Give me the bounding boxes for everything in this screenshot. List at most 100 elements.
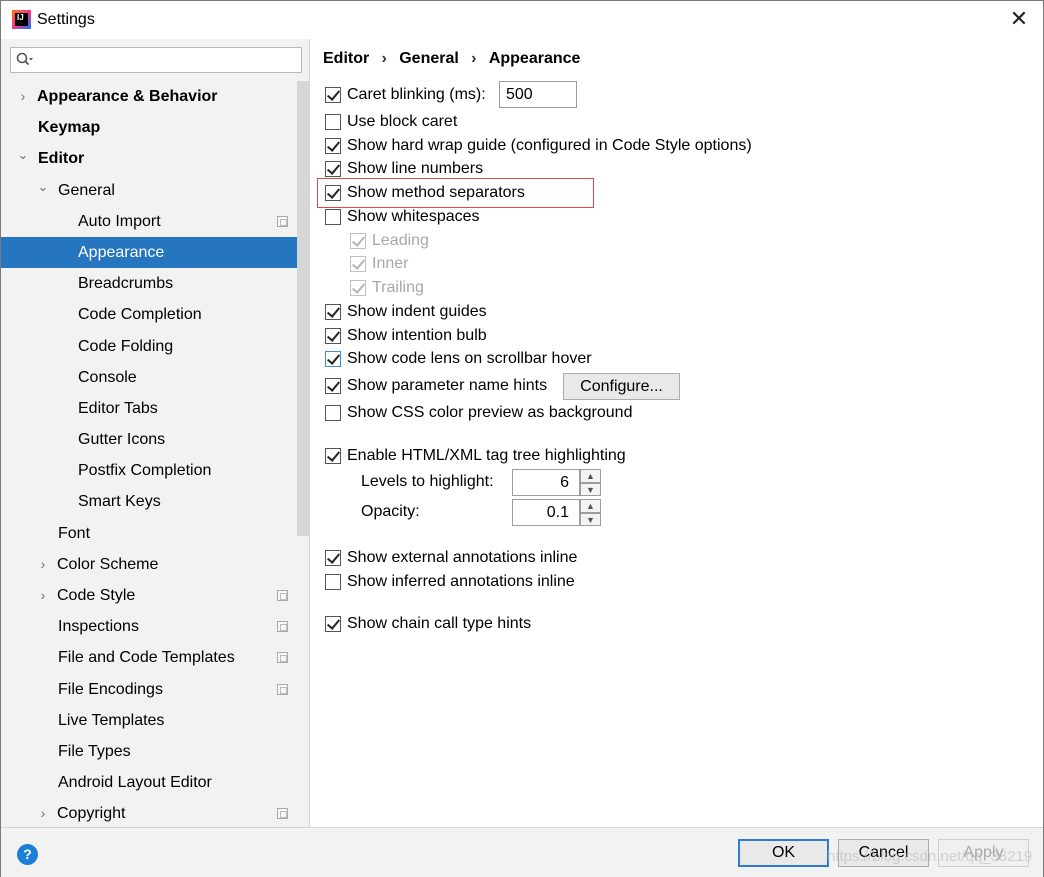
tree-item-label: Smart Keys: [78, 493, 161, 511]
param-hints-label: Show parameter name hints: [347, 377, 548, 394]
inner-checkbox[interactable]: [350, 256, 366, 272]
tree-item-label: Inspections: [58, 618, 139, 636]
tree-item-postfix-completion[interactable]: Postfix Completion: [1, 455, 297, 486]
tree-item-smart-keys[interactable]: Smart Keys: [1, 486, 297, 517]
intellij-app-icon: IJ: [12, 10, 31, 29]
tree-item-label: Appearance & Behavior: [37, 88, 218, 105]
levels-value[interactable]: 6: [512, 469, 580, 496]
close-icon[interactable]: ✕: [1007, 7, 1031, 31]
code-lens-label: Show code lens on scrollbar hover: [347, 350, 592, 367]
line-numbers-checkbox[interactable]: [325, 161, 341, 177]
tag-tree-label: Enable HTML/XML tag tree highlighting: [347, 447, 626, 464]
caret-blinking-checkbox[interactable]: [325, 87, 341, 103]
chevron-down-icon[interactable]: ⌄: [37, 171, 49, 202]
caret-blinking-input[interactable]: 500: [499, 81, 577, 108]
chevron-right-icon[interactable]: ›: [17, 81, 29, 112]
method-separators-checkbox[interactable]: [325, 185, 341, 201]
chain-call-checkbox[interactable]: [325, 616, 341, 632]
caret-blinking-label: Caret blinking (ms):: [347, 86, 486, 103]
watermark: https://blog.csdn.net/qq_38219: [827, 848, 1033, 865]
tag-tree-checkbox[interactable]: [325, 448, 341, 464]
opacity-value[interactable]: 0.1: [512, 499, 580, 526]
hard-wrap-checkbox[interactable]: [325, 138, 341, 154]
tree-item-copyright[interactable]: › Copyright: [1, 798, 297, 827]
spinner-up-icon[interactable]: ▲: [580, 499, 601, 513]
project-scope-icon: [277, 590, 288, 601]
inferred-annotations-checkbox[interactable]: [325, 574, 341, 590]
inferred-annotations-label: Show inferred annotations inline: [347, 573, 575, 590]
chevron-right-icon[interactable]: ›: [37, 549, 49, 580]
intention-bulb-checkbox[interactable]: [325, 328, 341, 344]
trailing-label: Trailing: [372, 279, 424, 296]
tree-item-appearance-behavior[interactable]: › Appearance & Behavior: [1, 81, 297, 112]
tree-item-label: Code Folding: [78, 337, 174, 355]
help-icon[interactable]: ?: [17, 844, 38, 865]
tree-item-appearance[interactable]: Appearance: [1, 236, 297, 269]
tree-item-breadcrumbs[interactable]: Breadcrumbs: [1, 268, 297, 299]
appearance-panel: Editor › General › Appearance Caret blinking…: [311, 39, 1043, 827]
css-color-label: Show CSS color preview as background: [347, 404, 633, 421]
search-icon: [16, 52, 33, 66]
tree-item-file-encodings[interactable]: File Encodings: [1, 674, 297, 705]
ok-button[interactable]: OK: [738, 839, 829, 867]
tree-item-keymap[interactable]: Keymap: [1, 112, 297, 143]
spinner-down-icon[interactable]: ▼: [580, 482, 601, 496]
settings-window: IJ Settings ✕ › Appearance & Behavior Keym…: [0, 0, 1044, 877]
whitespaces-checkbox[interactable]: [325, 209, 341, 225]
chevron-right-icon[interactable]: ›: [37, 580, 49, 611]
code-lens-checkbox[interactable]: [325, 351, 341, 367]
spinner-up-icon[interactable]: ▲: [580, 469, 601, 483]
tree-item-label: File Encodings: [58, 680, 163, 698]
tree-item-inspections[interactable]: Inspections: [1, 611, 297, 642]
block-caret-checkbox[interactable]: [325, 114, 341, 130]
tree-item-label: Color Scheme: [57, 555, 159, 573]
css-color-checkbox[interactable]: [325, 405, 341, 421]
tree-item-console[interactable]: Console: [1, 362, 297, 393]
leading-checkbox[interactable]: [350, 233, 366, 249]
opacity-spinner[interactable]: 0.1 ▲ ▼: [512, 499, 602, 526]
settings-sidebar: › Appearance & Behavior Keymap ⌄ Editor ⌄ Gene…: [1, 39, 310, 827]
tree-item-label: Font: [58, 524, 91, 542]
tree-item-file-and-code-templates[interactable]: File and Code Templates: [1, 642, 297, 673]
indent-guides-checkbox[interactable]: [325, 304, 341, 320]
tree-item-font[interactable]: Font: [1, 518, 297, 549]
configure-button[interactable]: Configure...: [563, 373, 680, 400]
tree-item-general[interactable]: ⌄ General: [1, 175, 297, 206]
tree-item-code-folding[interactable]: Code Folding: [1, 331, 297, 362]
tree-item-label: Gutter Icons: [78, 431, 166, 449]
trailing-checkbox[interactable]: [350, 280, 366, 296]
chevron-right-icon[interactable]: ›: [37, 798, 49, 827]
tree-item-gutter-icons[interactable]: Gutter Icons: [1, 424, 297, 455]
chevron-down-icon[interactable]: ⌄: [17, 139, 29, 170]
external-annotations-checkbox[interactable]: [325, 550, 341, 566]
sidebar-scrollbar[interactable]: [297, 81, 309, 536]
search-input[interactable]: [10, 47, 302, 73]
spinner-down-icon[interactable]: ▼: [580, 512, 601, 526]
tree-item-auto-import[interactable]: Auto Import: [1, 206, 297, 237]
opacity-label: Opacity:: [361, 503, 420, 520]
tree-item-code-style[interactable]: › Code Style: [1, 580, 297, 611]
method-separators-label: Show method separators: [347, 184, 525, 201]
param-hints-checkbox[interactable]: [325, 378, 341, 394]
line-numbers-label: Show line numbers: [347, 160, 484, 177]
tree-item-color-scheme[interactable]: › Color Scheme: [1, 549, 297, 580]
tree-item-label: General: [58, 181, 115, 199]
tree-item-label: File Types: [58, 742, 131, 760]
tree-item-code-completion[interactable]: Code Completion: [1, 299, 297, 330]
levels-spinner[interactable]: 6 ▲ ▼: [512, 469, 602, 496]
tree-item-file-types[interactable]: File Types: [1, 736, 297, 767]
tree-item-label: Appearance: [78, 243, 165, 261]
tree-item-label: Breadcrumbs: [78, 275, 174, 293]
title-bar: IJ Settings ✕: [1, 1, 1043, 39]
tree-item-editor-tabs[interactable]: Editor Tabs: [1, 393, 297, 424]
project-scope-icon: [277, 808, 288, 820]
breadcrumb-item-appearance: Appearance: [488, 50, 581, 67]
breadcrumb-item-general: General: [399, 50, 459, 67]
tree-item-android-layout-editor[interactable]: Android Layout Editor: [1, 767, 297, 798]
project-scope-icon: [277, 652, 288, 664]
tree-item-label: Live Templates: [58, 711, 165, 729]
dialog-footer: ? OK Cancel Apply https://blog.csdn.net/…: [1, 827, 1043, 877]
settings-tree: › Appearance & Behavior Keymap ⌄ Editor ⌄ Gene…: [1, 81, 297, 827]
tree-item-label: Keymap: [38, 119, 101, 137]
tree-item-live-templates[interactable]: Live Templates: [1, 705, 297, 736]
